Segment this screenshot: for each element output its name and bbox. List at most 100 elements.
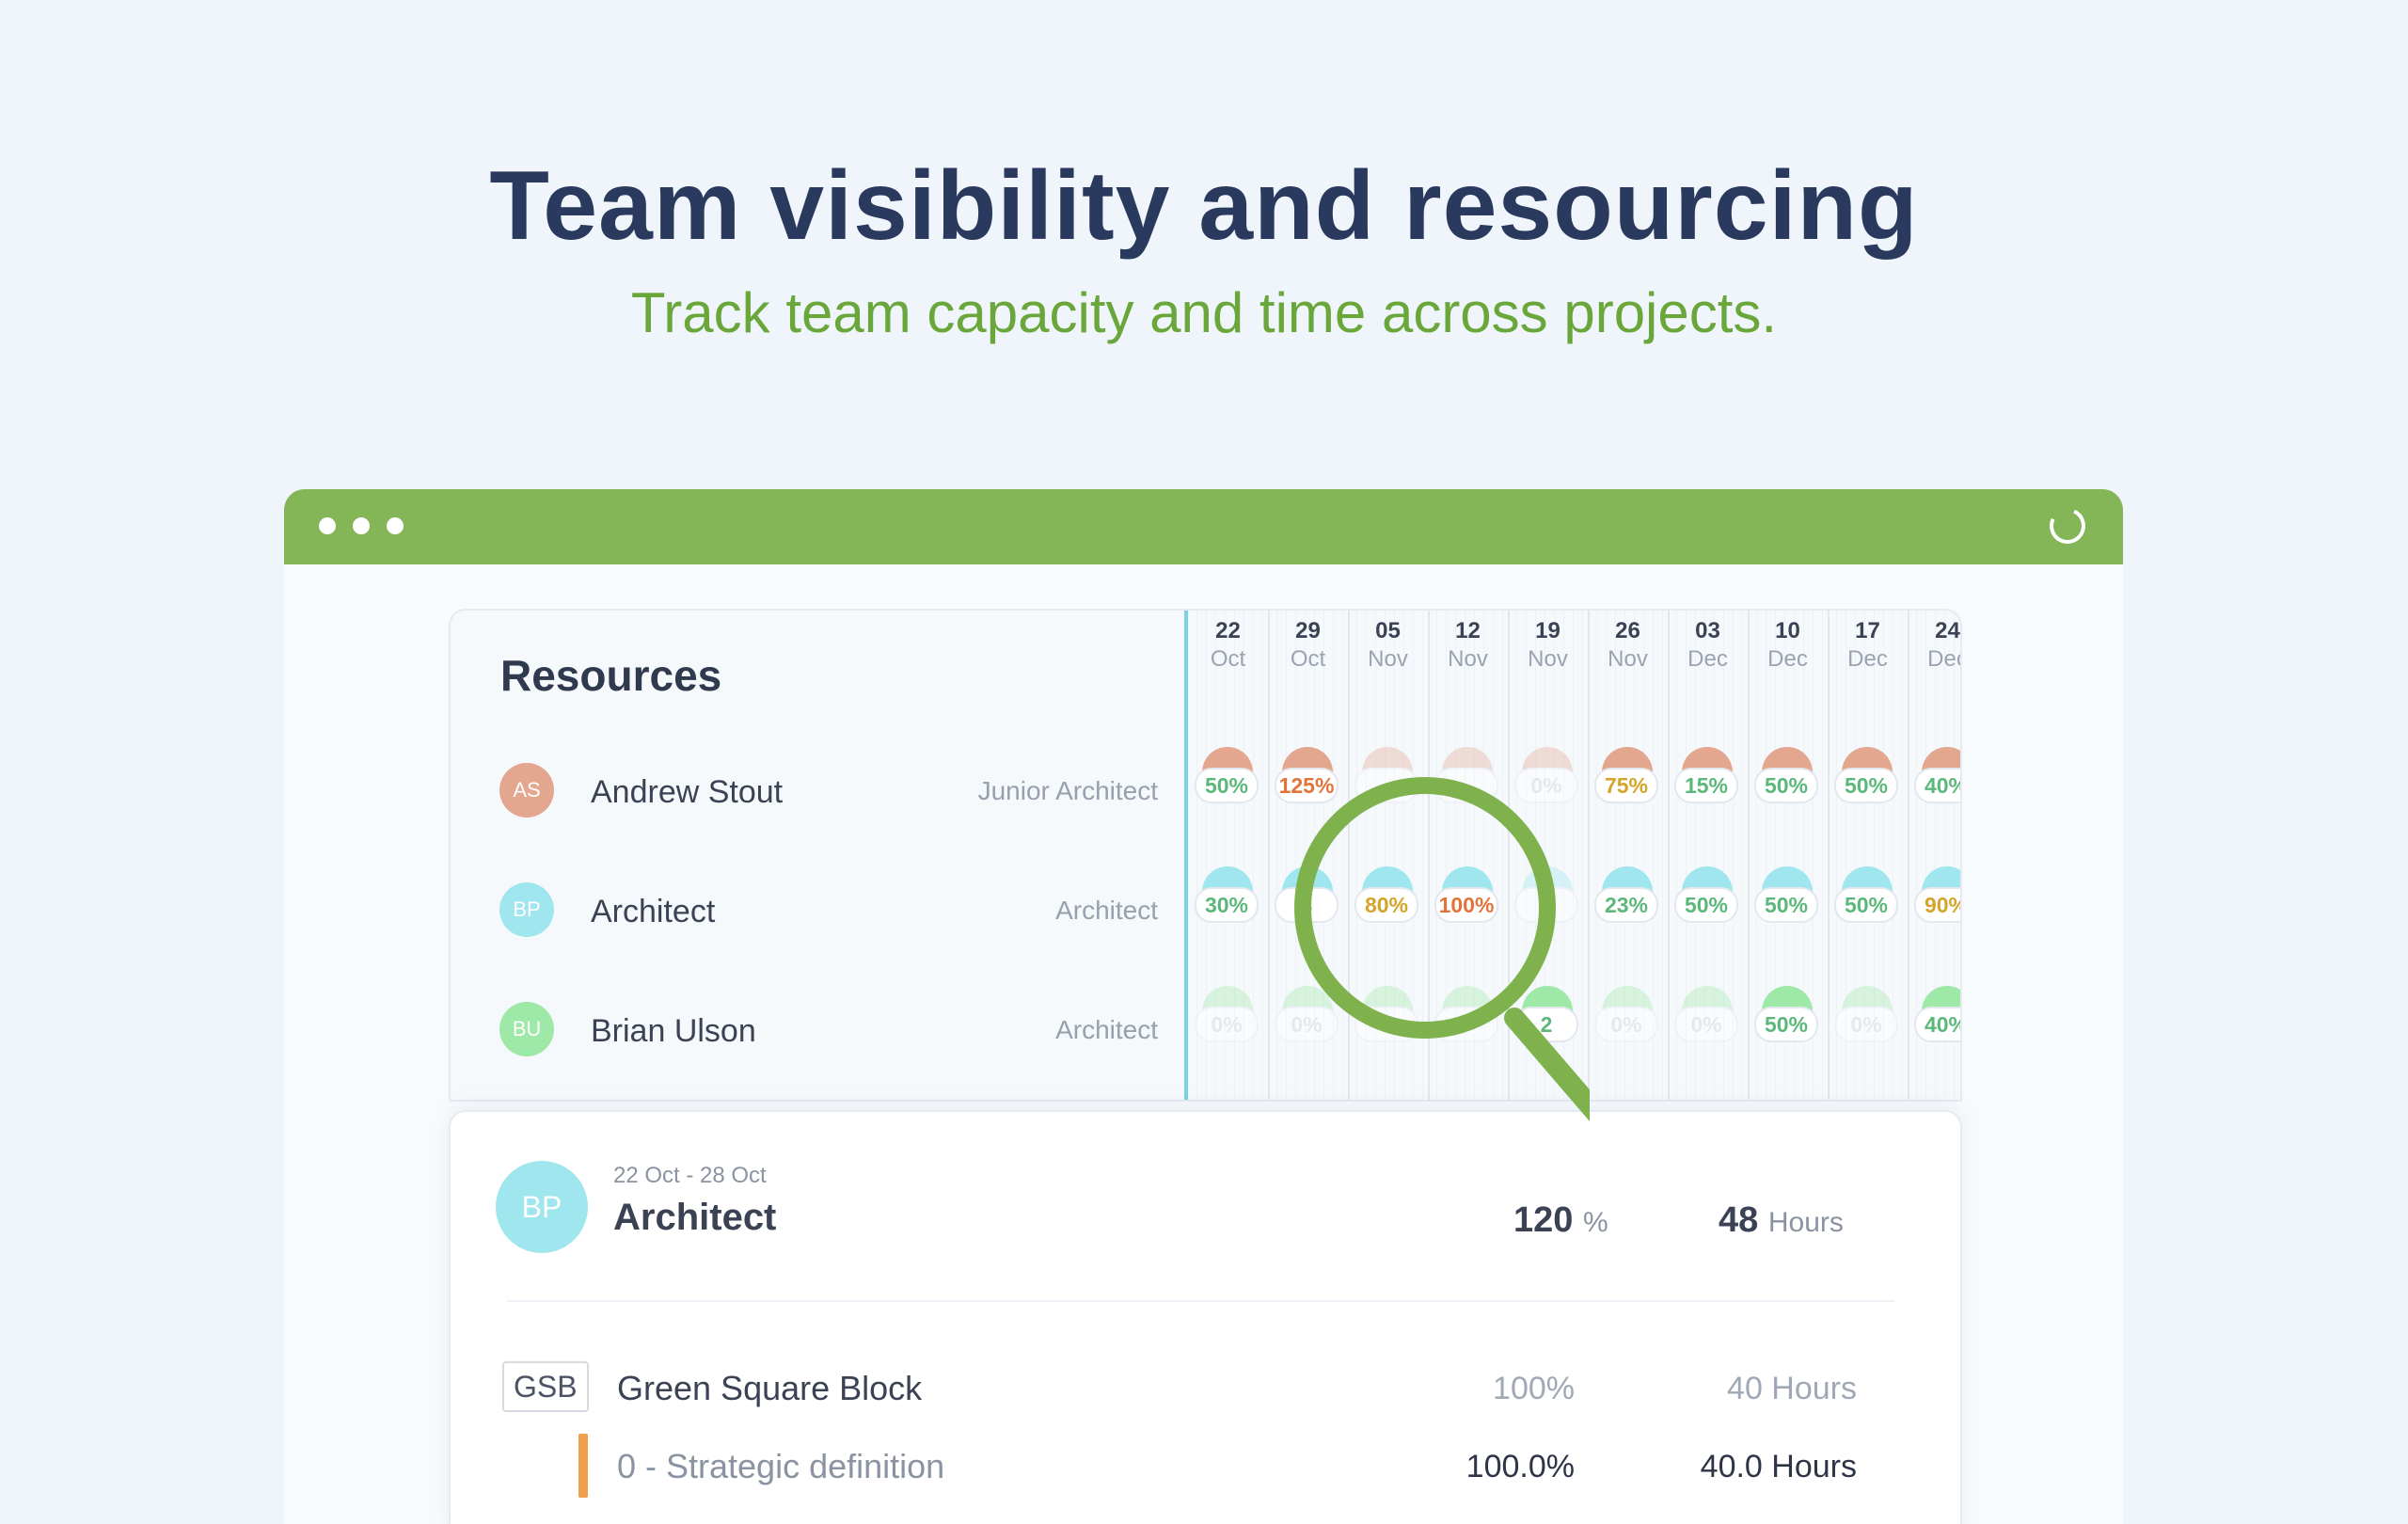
week-day: 12 (1455, 618, 1481, 643)
detail-hours-unit: Hours (1767, 1207, 1844, 1238)
capacity-badge[interactable]: 50% (1834, 866, 1900, 932)
capacity-badge[interactable]: 40% (1914, 986, 1960, 1052)
week-month: Dec (1687, 646, 1728, 672)
week-month: Dec (1927, 646, 1960, 672)
capacity-value: 50% (1754, 768, 1818, 803)
capacity-badge[interactable] (1514, 866, 1580, 932)
capacity-badge[interactable]: 80% (1354, 866, 1420, 932)
week-column[interactable]: 26 Nov 75% 23% 0% (1588, 611, 1670, 1100)
date-range: 22 Oct - 28 Oct (613, 1163, 767, 1188)
detail-percent: 120 % (1513, 1200, 1608, 1241)
week-column[interactable]: 10 Dec 50% 50% 50% (1748, 611, 1830, 1100)
detail-percent-unit: % (1582, 1207, 1608, 1238)
capacity-badge[interactable]: 50% (1754, 986, 1820, 1052)
capacity-badge[interactable]: 75% (1594, 747, 1660, 813)
week-day: 05 (1375, 618, 1401, 643)
capacity-badge[interactable] (1434, 747, 1500, 813)
week-column[interactable]: 19 Nov 0% 2 (1508, 611, 1590, 1100)
week-column[interactable]: 05 Nov 80% (1348, 611, 1430, 1100)
window-titlebar (284, 489, 2123, 564)
week-month: Dec (1767, 646, 1808, 672)
capacity-value: 30% (1195, 887, 1259, 923)
week-month: Oct (1210, 646, 1246, 672)
capacity-value: 2 (1514, 1007, 1578, 1042)
capacity-value (1354, 1007, 1418, 1042)
capacity-badge[interactable] (1354, 747, 1420, 813)
resource-row[interactable]: AS Andrew Stout Junior Architect (499, 763, 1158, 819)
capacity-badge[interactable]: 125% (1275, 747, 1340, 813)
capacity-badge[interactable]: 50% (1754, 866, 1820, 932)
capacity-badge[interactable]: 0% (1834, 986, 1900, 1052)
capacity-value (1434, 768, 1498, 803)
resource-row[interactable]: BU Brian Ulson Architect (499, 1002, 1158, 1058)
window-dot-icon[interactable] (319, 517, 336, 534)
project-percent: 100% (1493, 1371, 1575, 1406)
capacity-badge[interactable]: 3 (1275, 866, 1340, 932)
detail-hours: 48 Hours (1719, 1200, 1844, 1241)
capacity-value (1354, 768, 1418, 803)
capacity-badge[interactable]: 50% (1834, 747, 1900, 813)
capacity-badge[interactable]: 23% (1594, 866, 1660, 932)
week-day: 19 (1535, 618, 1560, 643)
stage-name[interactable]: 0 - Strategic definition (617, 1447, 944, 1486)
capacity-badge[interactable]: 30% (1195, 866, 1260, 932)
project-hours: 40 Hours (1727, 1371, 1857, 1406)
resource-name: Andrew Stout (591, 774, 784, 810)
capacity-value: 50% (1754, 887, 1818, 923)
window-dot-icon[interactable] (353, 517, 370, 534)
resource-name: Architect (591, 894, 716, 929)
capacity-value: 50% (1834, 887, 1898, 923)
week-column[interactable]: 03 Dec 15% 50% 0% (1668, 611, 1750, 1100)
capacity-value: 50% (1834, 768, 1898, 803)
stage-hours: 40.0 Hours (1700, 1449, 1857, 1484)
capacity-badge[interactable]: 40% (1914, 747, 1960, 813)
window-dot-icon[interactable] (387, 517, 404, 534)
capacity-value: 90% (1914, 887, 1960, 923)
capacity-badge[interactable]: 2 (1514, 986, 1580, 1052)
week-column[interactable]: 29 Oct 125% 3 0% (1268, 611, 1350, 1100)
capacity-badge[interactable] (1354, 986, 1420, 1052)
week-column[interactable]: 22 Oct 50% 30% 0% (1188, 611, 1270, 1100)
week-day: 29 (1295, 618, 1321, 643)
detail-name: Architect (613, 1197, 777, 1238)
capacity-value: 80% (1354, 887, 1418, 923)
capacity-badge[interactable]: 0% (1594, 986, 1660, 1052)
detail-card: BP 22 Oct - 28 Oct Architect 120 % 48 Ho… (449, 1110, 1962, 1524)
capacity-badge[interactable]: 50% (1674, 866, 1740, 932)
capacity-badge[interactable]: 50% (1195, 747, 1260, 813)
resources-title: Resources (500, 651, 722, 700)
capacity-value: 50% (1754, 1007, 1818, 1042)
capacity-value (1514, 887, 1578, 923)
resource-role: Architect (1055, 1015, 1158, 1044)
week-column[interactable]: 12 Nov 100% (1428, 611, 1510, 1100)
capacity-badge[interactable]: 0% (1275, 986, 1340, 1052)
reload-icon[interactable] (2044, 502, 2091, 549)
capacity-value: 0% (1594, 1007, 1658, 1042)
capacity-value (1434, 1007, 1498, 1042)
hero-title: Team visibility and resourcing (489, 151, 1919, 261)
capacity-badge[interactable] (1434, 986, 1500, 1052)
capacity-badge[interactable]: 0% (1674, 986, 1740, 1052)
capacity-badge[interactable]: 0% (1195, 986, 1260, 1052)
week-day: 17 (1855, 618, 1880, 643)
resource-role: Junior Architect (977, 776, 1158, 805)
capacity-value: 0% (1514, 768, 1578, 803)
avatar: BU (499, 1002, 554, 1056)
capacity-value: 50% (1195, 768, 1259, 803)
week-day: 22 (1215, 618, 1241, 643)
capacity-badge[interactable]: 50% (1754, 747, 1820, 813)
week-column[interactable]: 17 Dec 50% 50% 0% (1828, 611, 1909, 1100)
week-month: Nov (1448, 646, 1488, 672)
capacity-value: 15% (1674, 768, 1738, 803)
week-column[interactable]: 24 Dec 40% 90% 40% (1908, 611, 1960, 1100)
detail-hours-value: 48 (1719, 1200, 1759, 1240)
resources-panel: Resources AS Andrew Stout Junior Archite… (449, 609, 1962, 1102)
capacity-badge[interactable]: 90% (1914, 866, 1960, 932)
capacity-badge[interactable]: 15% (1674, 747, 1740, 813)
resource-row[interactable]: BP Architect Architect (499, 882, 1158, 939)
week-month: Nov (1528, 646, 1568, 672)
capacity-badge[interactable]: 100% (1434, 866, 1500, 932)
capacity-badge[interactable]: 0% (1514, 747, 1580, 813)
project-name[interactable]: Green Square Block (617, 1369, 922, 1408)
avatar: BP (499, 882, 554, 937)
